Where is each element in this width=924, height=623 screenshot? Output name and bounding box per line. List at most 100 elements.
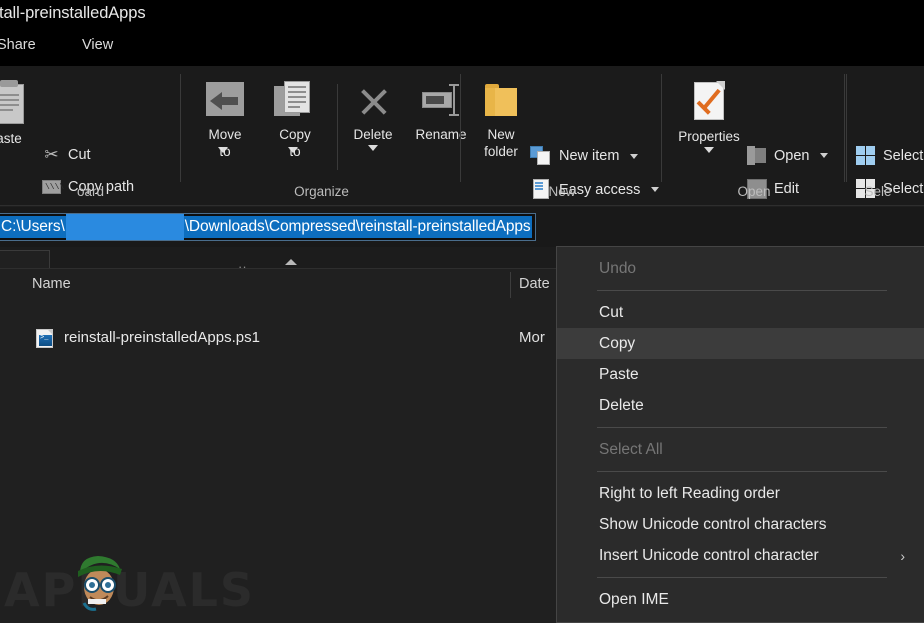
rename-icon [416, 80, 466, 122]
column-name[interactable]: Name [32, 276, 71, 292]
context-menu-item-label: Open IME [599, 590, 669, 608]
context-menu-item-label: Right to left Reading order [599, 484, 780, 502]
paste-icon [0, 80, 28, 126]
select-all-icon [856, 146, 876, 166]
chevron-right-icon: › [900, 547, 905, 564]
copy-to-icon [272, 80, 318, 122]
paste-button[interactable]: aste [0, 80, 40, 147]
group-separator [846, 74, 847, 182]
properties-label: Properties [678, 129, 740, 144]
select-all-label: Select [883, 148, 924, 164]
address-bar-input[interactable]: C:\Users\ \Downloads\Compressed\reinstal… [0, 213, 536, 241]
chevron-down-icon[interactable] [820, 153, 829, 158]
context-menu-item-label: Undo [599, 259, 637, 277]
tab-share[interactable]: Share [0, 37, 36, 53]
context-menu-item[interactable]: Open IME [557, 584, 924, 615]
tab-view[interactable]: View [82, 37, 113, 53]
context-menu-item-label: Select All [599, 440, 663, 458]
copy-to-label: Copy to [279, 127, 311, 159]
group-separator [661, 74, 662, 182]
move-to-icon [202, 80, 248, 122]
new-folder-button[interactable]: New folder [468, 80, 534, 160]
ribbon: aste ✂ Cut \\\\ Copy path ↗ Paste shortc… [0, 66, 924, 231]
context-menu-item: Undo [557, 253, 924, 284]
open-button[interactable]: Open [747, 146, 829, 165]
context-menu-item[interactable]: Right to left Reading order [557, 478, 924, 509]
context-menu: Undo Cut Copy Paste Delete Select All Right to… [556, 246, 924, 623]
group-separator [460, 74, 461, 182]
file-explorer-window: tall-preinstalledApps Share View aste [0, 0, 924, 623]
title-bar: tall-preinstalledApps [0, 0, 924, 32]
appuals-mascot-icon [72, 553, 126, 611]
context-menu-separator [597, 577, 887, 578]
context-menu-item-label: Show Unicode control characters [599, 515, 827, 533]
group-label-clipboard: oard [76, 184, 105, 199]
context-menu-separator [597, 427, 887, 428]
file-date: Mor [519, 328, 545, 346]
move-to-label: Move to [208, 127, 242, 159]
new-folder-label: New folder [484, 127, 518, 159]
address-bar-row: C:\Users\ \Downloads\Compressed\reinstal… [0, 207, 924, 247]
paste-button-label: aste [0, 131, 22, 146]
file-name: reinstall-preinstalledApps.ps1 [64, 328, 260, 346]
column-divider[interactable] [510, 272, 511, 298]
ribbon-group-clipboard: aste ✂ Cut \\\\ Copy path ↗ Paste shortc… [0, 66, 181, 231]
scissors-icon: ✂ [44, 145, 59, 164]
context-menu-item[interactable]: Copy [557, 328, 924, 359]
cut-button[interactable]: ✂ Cut [42, 145, 91, 164]
context-menu-item-label: Insert Unicode control character [599, 546, 819, 564]
group-label-new: New [548, 184, 576, 199]
context-menu-item[interactable]: Show Unicode control characters [557, 509, 924, 540]
powershell-script-icon [36, 329, 53, 348]
select-all-button[interactable]: Select [856, 146, 923, 166]
context-menu-item: Reconversion [557, 615, 924, 623]
properties-icon [690, 80, 728, 124]
ribbon-group-open: Properties Open Edit His [663, 66, 845, 230]
group-label-select: Sele [864, 184, 892, 199]
ribbon-tab-strip: Share View [0, 32, 924, 66]
ribbon-group-organize: Move to Copy to Delete Rename Organize [182, 66, 467, 206]
context-menu-item[interactable]: Cut [557, 297, 924, 328]
delete-x-icon [350, 80, 396, 122]
ribbon-group-new: New folder New item Easy access New [462, 66, 662, 206]
chevron-down-icon[interactable] [704, 147, 714, 153]
open-label: Open [774, 147, 810, 164]
window-title: tall-preinstalledApps [0, 4, 146, 22]
address-selection[interactable]: C:\Users\ \Downloads\Compressed\reinstal… [0, 214, 532, 240]
context-menu-item-label: Copy [599, 334, 636, 352]
context-menu-item-label: Paste [599, 365, 639, 383]
cut-label: Cut [68, 146, 91, 163]
delete-label: Delete [353, 127, 393, 142]
appuals-watermark: APPUALS [4, 563, 256, 617]
context-menu-item[interactable]: Insert Unicode control character › [557, 540, 924, 571]
group-separator [180, 74, 181, 182]
delete-button[interactable]: Delete [342, 80, 404, 151]
open-icon [747, 146, 767, 165]
copy-to-button[interactable]: Copy to [260, 80, 330, 159]
properties-button[interactable]: Properties [669, 80, 749, 153]
group-label-organize: Organize [294, 184, 349, 199]
new-item-button[interactable]: New item [530, 146, 639, 166]
redacted-username-block [65, 214, 184, 240]
address-prefix: C:\Users\ [1, 218, 65, 235]
group-label-open: Open [737, 184, 771, 199]
context-menu-separator [597, 471, 887, 472]
column-date[interactable]: Date [519, 276, 550, 292]
address-suffix: \Downloads\Compressed\reinstall-preinsta… [184, 218, 531, 235]
context-menu-separator [597, 290, 887, 291]
chevron-down-icon[interactable] [368, 145, 378, 151]
group-separator [337, 84, 338, 170]
ribbon-group-select: Select Select Invert [846, 66, 924, 231]
chevron-down-icon[interactable] [630, 153, 639, 159]
group-separator [844, 74, 845, 182]
context-menu-item[interactable]: Paste [557, 359, 924, 390]
move-to-button[interactable]: Move to [190, 80, 260, 159]
new-item-label: New item [559, 148, 620, 164]
context-menu-item[interactable]: Delete [557, 390, 924, 421]
context-menu-item: Select All [557, 434, 924, 465]
new-item-icon [530, 146, 552, 166]
context-menu-item-label: Delete [599, 396, 644, 414]
folder-icon [480, 80, 522, 122]
sort-ascending-icon[interactable] [285, 259, 297, 265]
context-menu-item-label: Cut [599, 303, 624, 321]
